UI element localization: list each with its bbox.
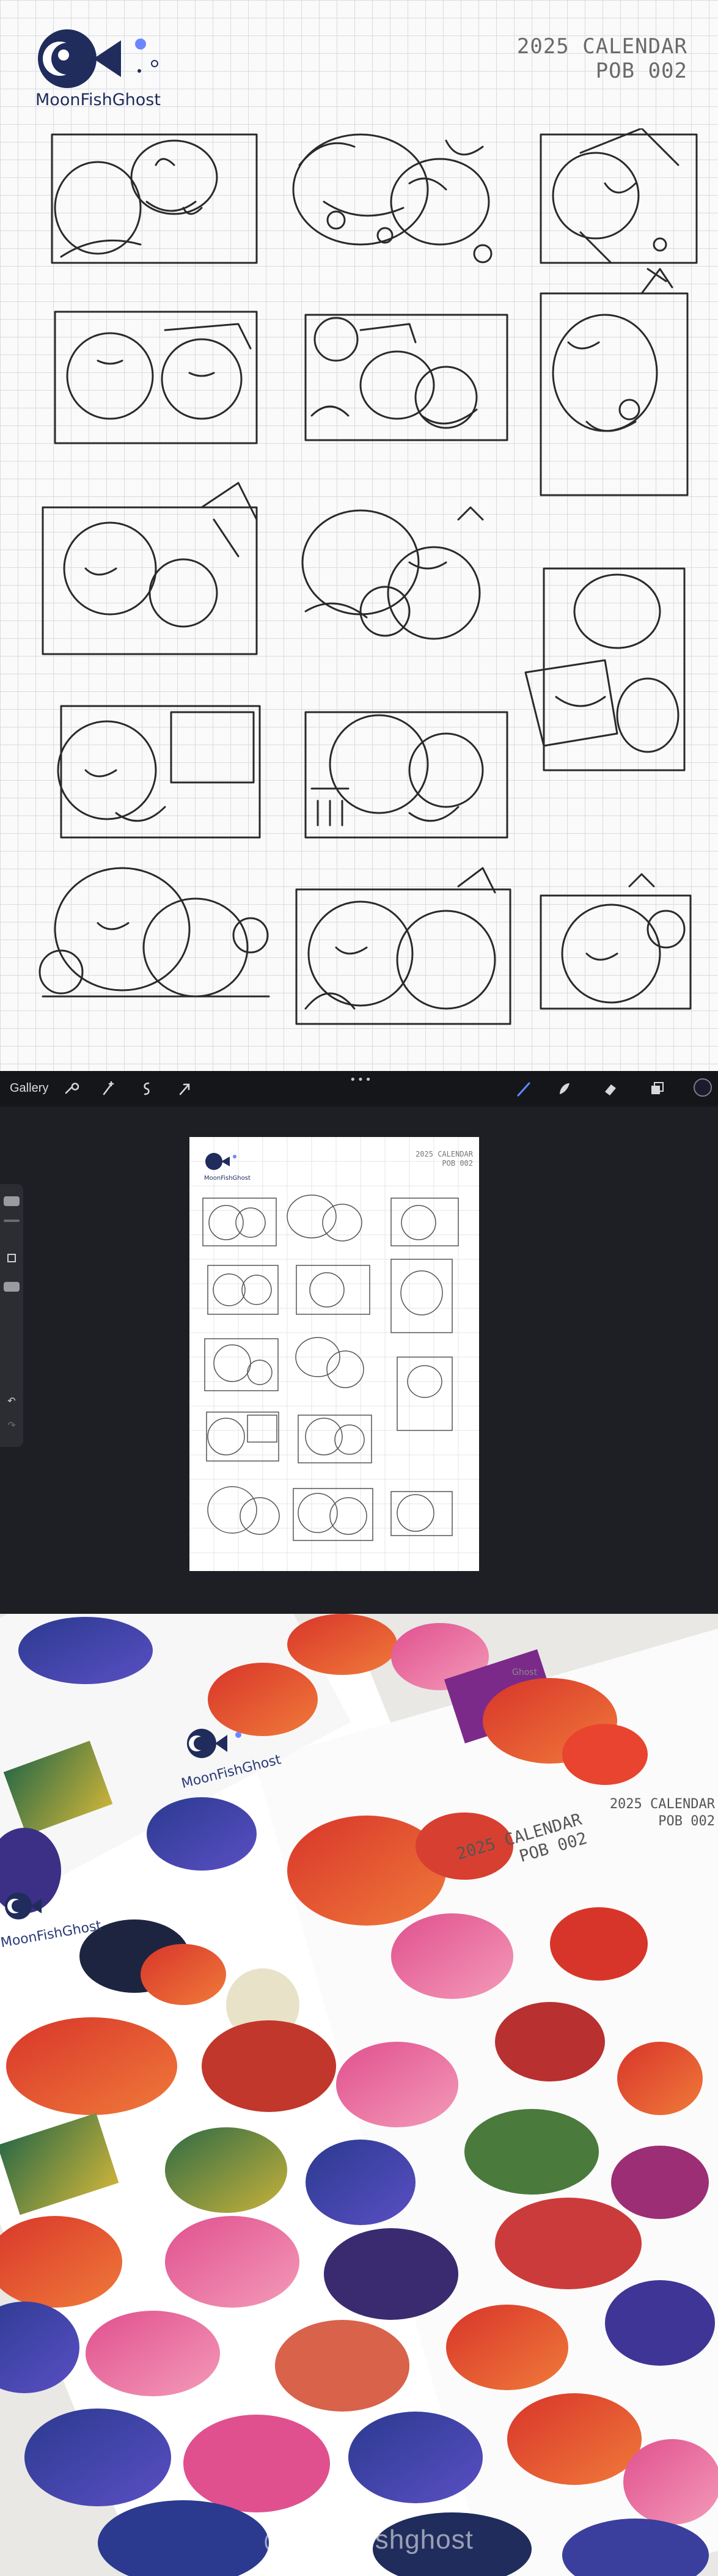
app-toolbar: Gallery ••• (0, 1071, 718, 1106)
sketch-1 (51, 133, 258, 264)
canvas-artwork: 2025 CALENDAR POB 002 MoonFishGhost (189, 1137, 479, 1571)
moonfish-logo-icon (38, 29, 158, 88)
photo-brand-corner: Ghost (512, 1668, 538, 1677)
selection-icon[interactable] (137, 1080, 156, 1098)
sketch-12 (38, 867, 270, 998)
color-well-icon[interactable] (694, 1078, 712, 1097)
sheet-title-line2: POB 002 (595, 59, 687, 83)
slider-divider (4, 1220, 20, 1222)
gallery-button[interactable]: Gallery (10, 1081, 48, 1095)
eraser-icon[interactable] (601, 1080, 620, 1098)
sketch-sheet: MoonFishGhost 2025 CALENDAR POB 002 (0, 0, 718, 1071)
canvas-brand: MoonFishGhost (204, 1175, 251, 1182)
magic-wand-icon[interactable] (99, 1080, 117, 1098)
watermark: @moonfishghost (263, 2525, 474, 2555)
photo-sheet-b-line2: POB 002 (658, 1814, 715, 1829)
sketch-10 (57, 705, 261, 839)
more-icon[interactable]: ••• (350, 1073, 373, 1086)
sheet-title-line1: 2025 CALENDAR (516, 34, 687, 59)
opacity-slider[interactable] (4, 1282, 20, 1292)
sketch-14 (540, 873, 692, 1010)
undo-icon[interactable]: ↶ (5, 1395, 18, 1408)
brush-icon[interactable] (515, 1080, 533, 1098)
canvas-title-line1: 2025 CALENDAR (416, 1150, 474, 1158)
sketch-4 (54, 311, 258, 444)
canvas-title-line2: POB 002 (442, 1159, 473, 1168)
brush-size-slider[interactable] (4, 1196, 20, 1206)
smudge-icon[interactable] (555, 1080, 573, 1098)
transform-arrow-icon[interactable] (175, 1080, 194, 1098)
brand-name: MoonFishGhost (35, 90, 161, 109)
product-photo: MoonFishGhost MoonFishGhost Ghost 2025 C… (0, 1614, 718, 2576)
sketch-5 (304, 314, 508, 441)
wrench-icon[interactable] (61, 1080, 79, 1098)
sketch-3 (540, 128, 698, 264)
redo-icon[interactable]: ↷ (5, 1419, 18, 1433)
procreate-app: Gallery ••• ↶ ↷ 2025 CALENDAR POB 002 Mo… (0, 1071, 718, 1614)
brand-logo: MoonFishGhost (35, 27, 176, 112)
sketch-6 (540, 268, 689, 496)
side-bar: ↶ ↷ (0, 1184, 23, 1447)
sketch-7 (42, 482, 258, 655)
photo-sheet-b-line1: 2025 CALENDAR (609, 1797, 715, 1812)
sketch-13 (295, 867, 511, 1025)
sketch-2 (292, 133, 493, 263)
sheet-title: 2025 CALENDAR POB 002 (517, 34, 687, 83)
sketch-11 (304, 711, 508, 839)
sketch-8 (301, 506, 484, 640)
photo-sheet-b-title: 2025 CALENDAR POB 002 (562, 1796, 715, 1830)
canvas-document[interactable]: 2025 CALENDAR POB 002 MoonFishGhost (189, 1137, 479, 1571)
sketch-grid (38, 128, 698, 1025)
square-icon (7, 1254, 16, 1262)
modify-button[interactable] (5, 1251, 18, 1265)
layers-icon[interactable] (648, 1080, 666, 1098)
sketch-9 (524, 567, 686, 771)
sticker-sheets-photo (0, 1614, 718, 2576)
